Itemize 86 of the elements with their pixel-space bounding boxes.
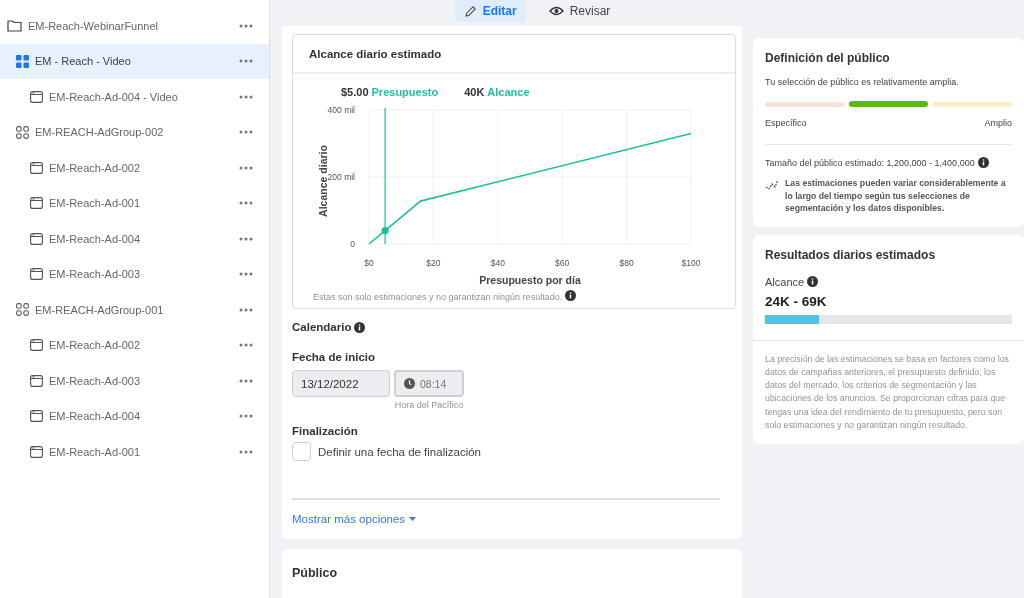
more-icon[interactable] <box>239 59 253 64</box>
show-more-link[interactable]: Mostrar más opciones <box>292 513 417 525</box>
mode-tab[interactable]: Revisar <box>539 0 620 22</box>
ad-icon <box>30 374 43 387</box>
estimate-note: Las estimaciones pueden variar considerablemente a lo largo del tiempo según tus selecciones de segmentación y los datos disponibles. <box>785 177 1007 215</box>
section-title: Público <box>292 566 338 580</box>
info-icon[interactable] <box>354 321 366 333</box>
checkbox[interactable] <box>292 442 311 461</box>
axis-title: Alcance diario <box>317 145 329 217</box>
more-icon[interactable] <box>239 449 253 454</box>
time-field[interactable]: 08:14 <box>394 370 464 397</box>
x-tick-label: $100 <box>681 258 701 268</box>
tree-item[interactable]: EM-Reach-Ad-004 <box>0 221 269 257</box>
ad-icon <box>30 268 43 281</box>
more-icon[interactable] <box>239 307 253 312</box>
axis-title: Presupuesto por día <box>479 274 581 286</box>
folder-icon <box>7 19 22 33</box>
date-field[interactable]: 13/12/2022 <box>292 370 390 397</box>
scale-label: Amplio <box>984 118 1012 128</box>
audience-summary: Tu selección de público es relativamente amplia. <box>765 77 960 87</box>
more-icon[interactable] <box>239 343 253 348</box>
ad-icon <box>30 197 43 210</box>
more-icon[interactable] <box>239 94 253 99</box>
ad-icon <box>30 445 43 458</box>
section-title: Calendario <box>292 321 352 333</box>
x-tick-label: $40 <box>490 258 505 268</box>
ad-icon <box>30 339 43 352</box>
field-label: Finalización <box>292 425 359 437</box>
x-tick-label: $80 <box>619 258 634 268</box>
checkbox-label: Definir una fecha de finalización <box>318 445 482 458</box>
grid-icon <box>16 125 29 139</box>
eye-icon <box>548 6 564 16</box>
ad-icon <box>30 232 43 245</box>
ad-icon <box>30 161 43 174</box>
card-title: Definición del público <box>765 51 891 65</box>
tree-item[interactable]: EM-REACH-AdGroup-002 <box>0 114 269 150</box>
timezone-label: Hora del Pacífico <box>394 400 464 410</box>
more-icon[interactable] <box>239 165 253 170</box>
tree-item[interactable]: EM-Reach-Ad-001 <box>0 434 269 470</box>
more-icon[interactable] <box>239 236 253 241</box>
grid-icon <box>16 303 29 317</box>
tree-item[interactable]: EM-Reach-Ad-002 <box>0 327 269 363</box>
tree-item[interactable]: EM-Reach-WebinarFunnel <box>0 8 269 44</box>
ad-icon <box>30 90 43 103</box>
x-tick-label: $60 <box>555 258 570 268</box>
clock-icon <box>404 378 415 389</box>
caret-icon <box>409 517 417 521</box>
pencil-icon <box>463 4 477 18</box>
budget-point[interactable] <box>381 227 389 235</box>
tree-item[interactable]: EM-REACH-AdGroup-001 <box>0 292 269 328</box>
y-tick-label: 0 <box>350 239 355 249</box>
x-tick-label: $0 <box>364 258 374 268</box>
metric-label: Alcance <box>765 275 805 288</box>
more-icon[interactable] <box>239 378 253 383</box>
x-tick-label: $20 <box>426 258 441 268</box>
mode-tab[interactable]: Editar <box>454 0 526 22</box>
tree-item[interactable]: EM-Reach-Ad-001 <box>0 185 269 221</box>
chart-summary: 40K Alcance <box>464 86 530 98</box>
tree-item[interactable]: EM-Reach-Ad-003 <box>0 363 269 399</box>
reach-range: 24K - 69K <box>765 293 828 309</box>
more-icon[interactable] <box>239 414 253 419</box>
disclaimer-text: Estas son solo estimaciones y no garantizan ningún resultado. <box>313 292 563 302</box>
card-title: Resultados diarios estimados <box>765 247 937 262</box>
info-icon[interactable] <box>565 290 577 301</box>
chart-summary: $5.00 Presupuesto <box>341 86 439 98</box>
field-label: Fecha de inicio <box>292 351 377 363</box>
more-icon[interactable] <box>239 201 253 206</box>
trend-icon <box>765 179 779 191</box>
ad-icon <box>30 410 43 423</box>
info-icon[interactable] <box>807 276 819 288</box>
tree-item[interactable]: EM - Reach - Video <box>0 43 269 79</box>
tree-item[interactable]: EM-Reach-Ad-004 - Video <box>0 79 269 115</box>
more-icon[interactable] <box>239 272 253 277</box>
scale-label: Específico <box>765 118 807 128</box>
more-icon[interactable] <box>239 23 253 28</box>
estimate-note: La precisión de las estimaciones se basa en factores como los datos de campañas anteriores, el presupuesto definido, los datos del mercado, los criterios de segmentación y las ubicaciones de los anuncios. Se proporcionan cifras para que tengas una idea del rendimiento de tu presupuesto, pero son solo estimaciones y no garantizan ningún resultado. <box>765 353 1009 430</box>
audience-size: Tamaño del público estimado: 1,200,000 - 1,400,000 <box>765 157 975 168</box>
y-tick-label: 400 mil <box>327 105 355 115</box>
grid-icon <box>16 54 29 68</box>
tree-item[interactable]: EM-Reach-Ad-003 <box>0 256 269 292</box>
y-tick-label: 200 mil <box>327 172 355 182</box>
info-icon[interactable] <box>977 157 989 168</box>
card-title: Alcance diario estimado <box>293 35 735 74</box>
more-icon[interactable] <box>239 130 253 135</box>
tree-item[interactable]: EM-Reach-Ad-004 <box>0 398 269 434</box>
tree-item[interactable]: EM-Reach-Ad-002 <box>0 150 269 186</box>
